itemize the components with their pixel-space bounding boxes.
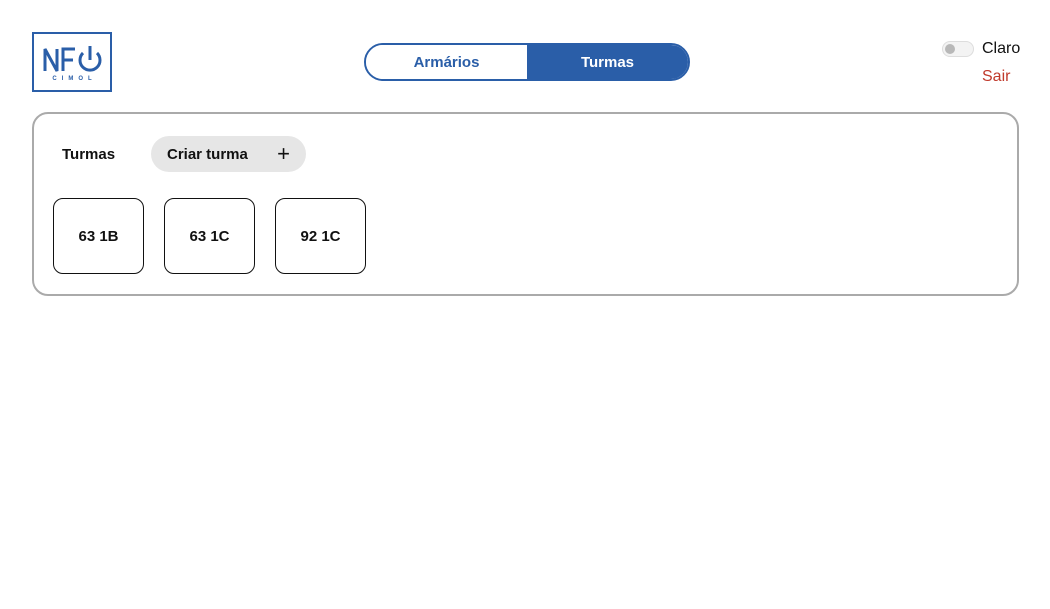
plus-icon: + (277, 141, 290, 166)
tab-armarios[interactable]: Armários (366, 45, 527, 79)
class-card[interactable]: 92 1C (275, 198, 366, 274)
class-card[interactable]: 63 1C (164, 198, 255, 274)
class-card[interactable]: 63 1B (53, 198, 144, 274)
tab-turmas[interactable]: Turmas (527, 45, 688, 79)
theme-switcher: Claro (942, 40, 1020, 58)
classes-panel: Turmas Criar turma + 63 1B 63 1C 92 1C (32, 112, 1019, 296)
theme-label: Claro (982, 40, 1021, 57)
create-class-label: Criar turma (167, 145, 248, 163)
panel-title: Turmas (62, 146, 116, 163)
logo-mark-icon (43, 45, 102, 72)
logo-subtitle: CIMOL (52, 75, 97, 82)
toggle-knob (945, 44, 955, 54)
theme-toggle[interactable] (942, 41, 974, 57)
section-tabs: Armários Turmas (364, 43, 690, 81)
logout-link[interactable]: Sair (982, 68, 1010, 86)
app-logo: CIMOL (32, 32, 112, 92)
class-list: 63 1B 63 1C 92 1C (53, 198, 366, 274)
create-class-button[interactable]: Criar turma + (151, 136, 306, 172)
